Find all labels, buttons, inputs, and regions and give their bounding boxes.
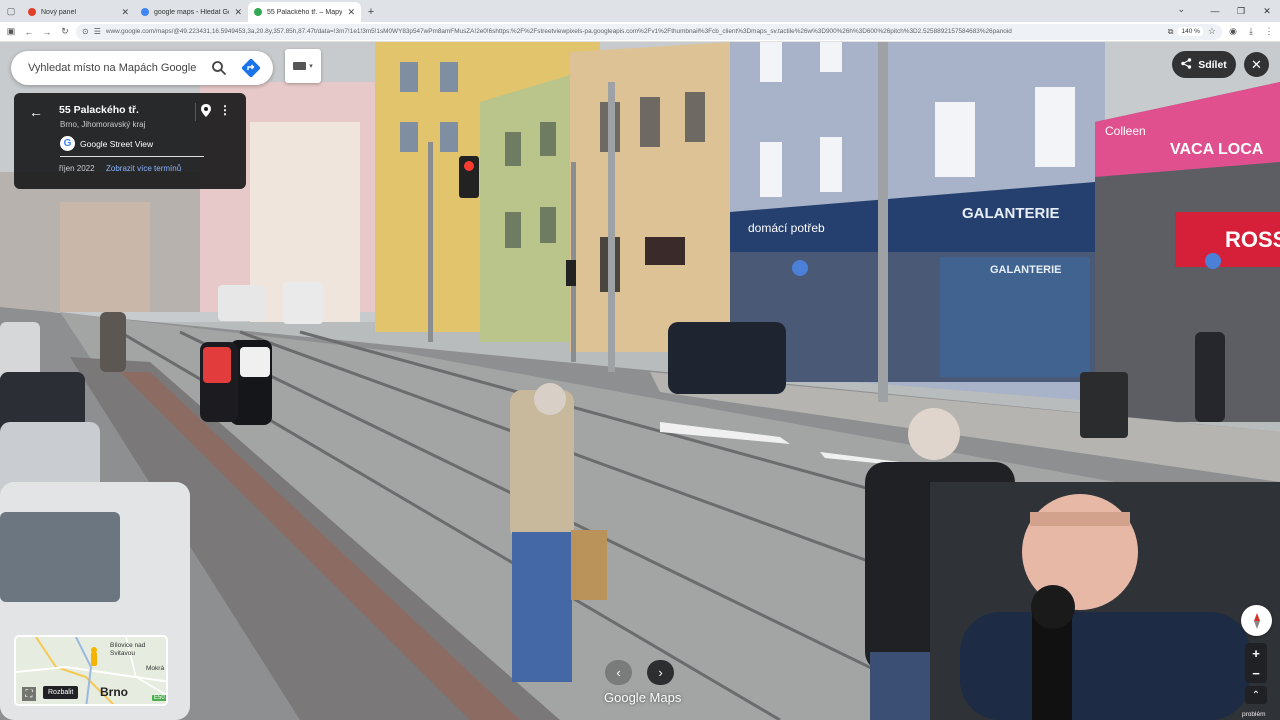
shop-sign: VACA LOCA bbox=[1170, 141, 1264, 158]
report-problem-link[interactable]: problém bbox=[1242, 711, 1265, 718]
close-tab-icon[interactable]: ✕ bbox=[121, 7, 129, 18]
place-title[interactable]: 55 Palackého tř. bbox=[59, 104, 139, 116]
expand-map-tooltip: Rozbalit bbox=[43, 686, 79, 699]
shop-sign: domácí potřeb bbox=[748, 221, 825, 235]
sidebar-icon[interactable]: ▣ bbox=[4, 25, 18, 39]
search-input[interactable]: Vyhledat místo na Mapách Google bbox=[28, 62, 199, 74]
shop-sign: GALANTERIE bbox=[990, 264, 1062, 276]
chevron-down-icon: ▾ bbox=[309, 63, 313, 70]
zoom-out-icon[interactable]: − bbox=[1252, 666, 1260, 681]
mini-map[interactable]: Bílovice nad Svitavou Mokrá Brno ⛶ Rozba… bbox=[14, 635, 168, 706]
shop-sign: GALANTERIE bbox=[962, 205, 1060, 222]
tab-actions-icon[interactable]: ▢ bbox=[0, 0, 22, 22]
install-app-icon[interactable]: ⧉ bbox=[1168, 27, 1174, 37]
profile-icon[interactable]: ◉ bbox=[1226, 25, 1240, 39]
browser-tab-maps[interactable]: 55 Palackého tř. – Mapy Google ✕ bbox=[248, 2, 361, 22]
road-shield: E50 bbox=[152, 695, 166, 701]
browser-tabstrip: ▢ Nový panel ✕ google maps - Hledat Goog… bbox=[0, 0, 1280, 22]
more-options-icon[interactable]: ⋮ bbox=[219, 103, 231, 117]
mini-map-label: Bílovice nad Svitavou bbox=[110, 642, 146, 657]
minimize-icon[interactable]: — bbox=[1202, 0, 1228, 22]
shop-sign: ROSS bbox=[1225, 227, 1280, 252]
chevron-up-icon[interactable]: ⌃ bbox=[1245, 686, 1267, 704]
browser-tab-new[interactable]: Nový panel ✕ bbox=[22, 2, 135, 22]
compass-icon[interactable] bbox=[1241, 605, 1272, 636]
window-controls: — ❐ ✕ bbox=[1202, 0, 1280, 22]
forward-icon[interactable]: → bbox=[40, 25, 54, 39]
new-tab-button[interactable]: + bbox=[361, 2, 381, 22]
street-view-info-card: ← 55 Palackého tř. Brno, Jihomoravský kr… bbox=[14, 93, 246, 189]
tab-title: Nový panel bbox=[41, 8, 77, 16]
back-arrow-icon[interactable]: ← bbox=[29, 104, 43, 120]
tab-favicon bbox=[141, 8, 149, 16]
share-icon bbox=[1181, 57, 1192, 72]
tab-favicon bbox=[28, 8, 36, 16]
maps-search-box[interactable]: Vyhledat místo na Mapách Google bbox=[11, 51, 273, 85]
capture-date: říjen 2022 bbox=[59, 164, 95, 173]
input-tools-button[interactable]: ▾ bbox=[285, 49, 321, 83]
mini-map-label: Mokrá bbox=[146, 665, 165, 672]
zoom-control: + − bbox=[1245, 643, 1267, 683]
search-icon[interactable] bbox=[207, 56, 231, 80]
tab-title: google maps - Hledat Googlem bbox=[154, 8, 229, 16]
reload-icon[interactable]: ↻ bbox=[58, 25, 72, 39]
close-tab-icon[interactable]: ✕ bbox=[347, 7, 355, 18]
window-close-icon[interactable]: ✕ bbox=[1254, 0, 1280, 22]
zoom-level[interactable]: 140 % bbox=[1178, 27, 1203, 36]
location-pin-icon[interactable] bbox=[201, 104, 211, 122]
keyboard-icon bbox=[293, 62, 307, 70]
maximize-icon[interactable]: ❐ bbox=[1228, 0, 1254, 22]
share-label: Sdílet bbox=[1198, 58, 1227, 71]
divider bbox=[195, 103, 196, 121]
share-button[interactable]: Sdílet bbox=[1172, 51, 1236, 78]
zoom-in-icon[interactable]: + bbox=[1252, 646, 1260, 661]
address-bar[interactable]: ⊙ ☰ www.google.com/maps/@49.223431,16.59… bbox=[76, 23, 1222, 40]
browser-tab-search[interactable]: google maps - Hledat Googlem ✕ bbox=[135, 2, 248, 22]
provider-name: Google Street View bbox=[80, 138, 154, 149]
divider-line bbox=[60, 156, 204, 157]
back-icon[interactable]: ← bbox=[22, 25, 36, 39]
previous-arrow-button[interactable]: ‹ bbox=[605, 660, 632, 685]
menu-dots-icon[interactable]: ⋮ bbox=[1262, 25, 1276, 39]
close-tab-icon[interactable]: ✕ bbox=[234, 7, 242, 18]
directions-icon[interactable] bbox=[239, 56, 263, 80]
fullscreen-icon[interactable]: ⛶ bbox=[22, 687, 36, 701]
google-logo-icon: G bbox=[60, 136, 75, 151]
place-region: Brno, Jihomoravský kraj bbox=[60, 120, 146, 129]
shop-sign: Colleen bbox=[1105, 124, 1146, 138]
close-street-view-button[interactable]: ✕ bbox=[1244, 52, 1269, 77]
google-maps-logo: Google Maps bbox=[604, 690, 682, 705]
site-info-icon[interactable]: ☰ bbox=[94, 27, 101, 36]
tab-search-chevron-icon[interactable]: ⌄ bbox=[1177, 4, 1185, 15]
browser-toolbar: ▣ ← → ↻ ⊙ ☰ www.google.com/maps/@49.2234… bbox=[0, 22, 1280, 42]
next-arrow-button[interactable]: › bbox=[647, 660, 674, 685]
downloads-icon[interactable]: ⤓ bbox=[1244, 25, 1258, 39]
tab-favicon bbox=[254, 8, 262, 16]
tab-title: 55 Palackého tř. – Mapy Google bbox=[267, 8, 343, 16]
provider-row: G Google Street View bbox=[60, 136, 153, 151]
bookmark-star-icon[interactable]: ☆ bbox=[1208, 26, 1216, 37]
more-dates-link[interactable]: Zobrazit více termínů bbox=[106, 164, 181, 173]
mini-map-city: Brno bbox=[100, 685, 128, 699]
url-text[interactable]: www.google.com/maps/@49.223431,16.594945… bbox=[106, 28, 1163, 35]
location-permission-icon[interactable]: ⊙ bbox=[82, 27, 89, 36]
